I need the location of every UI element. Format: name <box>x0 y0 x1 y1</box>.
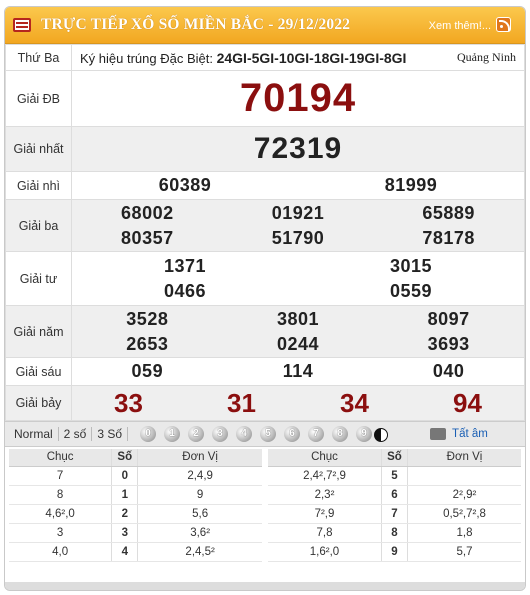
table-row: 819 <box>9 485 262 505</box>
mode-3-digit-button[interactable]: 3 Số <box>92 427 129 441</box>
header-bar: TRỰC TIẾP XỔ SỐ MIỀN BẮC - 29/12/2022 Xe… <box>5 7 525 44</box>
col-header-donvi: Đơn Vị <box>137 449 262 467</box>
prize-nam-number: 3693 <box>427 333 470 354</box>
page-title: TRỰC TIẾP XỔ SỐ MIỀN BẮC - 29/12/2022 <box>41 16 351 33</box>
prize-label-nam: Giải năm <box>5 305 72 358</box>
prize-label-nhat: Giải nhất <box>5 126 72 172</box>
table-row: 7,8 8 1,8 <box>268 523 521 543</box>
prize-label-ba: Giải ba <box>5 199 72 252</box>
prize-ba-number: 80357 <box>121 227 174 248</box>
digit-ball-7[interactable]: 7 <box>308 426 325 442</box>
prize-label-db: Giải ĐB <box>5 70 72 127</box>
col-header-chuc: Chục <box>9 449 112 467</box>
mode-normal-button[interactable]: Normal <box>9 427 59 441</box>
province: Quảng Ninh <box>457 50 516 64</box>
table-row: 3 3 3,6² <box>9 523 262 543</box>
display-toolbar: Normal 2 số 3 Số 0 1 2 3 4 5 6 7 8 9 Tất… <box>5 421 525 447</box>
speaker-icon[interactable] <box>430 428 447 440</box>
table-row: 4,0 4 2,4,5² <box>9 542 262 562</box>
prize-tu-number: 3015 <box>389 255 433 276</box>
digit-ball-1[interactable]: 1 <box>164 426 181 442</box>
digit-ball-9[interactable]: 9 <box>356 426 373 442</box>
prize-nam-number: 3801 <box>276 308 320 329</box>
digit-ball-8[interactable]: 8 <box>332 426 349 442</box>
see-more-link[interactable]: Xem thêm!... <box>429 20 491 32</box>
loto-table-right: Chục Số Đơn Vị 2,4²,7²,9 5 2,3² 6 2²,9² 7²,… <box>268 449 521 562</box>
prize-nhat-number: 72319 <box>253 132 343 165</box>
day-label: Thứ Ba <box>5 44 72 71</box>
special-code-row: Ký hiệu trúng Đặc Biệt: 24GI-5GI-10GI-18… <box>71 44 525 71</box>
table-row: 1,6²,0 9 5,7 <box>268 542 521 562</box>
col-header-donvi: Đơn Vị <box>407 449 521 467</box>
prize-nhi-number: 60389 <box>158 175 212 195</box>
mode-2-digit-button[interactable]: 2 số <box>59 427 93 441</box>
digit-balls: 0 1 2 3 4 5 6 7 8 9 <box>140 426 373 442</box>
digit-ball-3[interactable]: 3 <box>212 426 229 442</box>
prize-bay-number: 94 <box>453 387 482 418</box>
special-code-text: Ký hiệu trúng Đặc Biệt: 24GI-5GI-10GI-18… <box>80 49 407 66</box>
prize-db-number: 70194 <box>239 76 357 120</box>
prize-label-bay: Giải bảy <box>5 385 72 421</box>
prize-ba-number: 68002 <box>121 202 174 223</box>
prize-tu-number: 0559 <box>389 280 433 301</box>
prize-sau-number: 040 <box>432 361 465 381</box>
loto-table-left: Chục Số Đơn Vị 7 0 2,4,9 819 4,6²,0 2 5,6 33… <box>9 449 262 562</box>
loto-tables: Chục Số Đơn Vị 7 0 2,4,9 819 4,6²,0 2 5,6 33… <box>5 447 525 562</box>
rss-icon[interactable] <box>496 17 511 32</box>
digit-ball-4[interactable]: 4 <box>236 426 253 442</box>
prize-nam-number: 2653 <box>126 333 169 354</box>
prize-ba-number: 01921 <box>271 202 325 223</box>
digit-ball-0[interactable]: 0 <box>140 426 157 442</box>
calendar-icon <box>13 18 31 32</box>
prize-bay-number: 34 <box>340 387 369 418</box>
col-header-chuc: Chục <box>268 449 382 467</box>
prize-nhi-number: 81999 <box>384 175 438 195</box>
prize-label-nhi: Giải nhì <box>5 171 72 200</box>
digit-ball-5[interactable]: 5 <box>260 426 277 442</box>
yin-yang-icon[interactable] <box>374 427 389 442</box>
prize-bay-number: 33 <box>114 387 143 418</box>
results-panel: TRỰC TIẾP XỔ SỐ MIỀN BẮC - 29/12/2022 Xe… <box>4 6 526 591</box>
prize-nam-number: 8097 <box>427 308 470 329</box>
prize-ba-number: 51790 <box>271 227 325 248</box>
prize-label-sau: Giải sáu <box>5 357 72 386</box>
mute-link[interactable]: Tất âm <box>452 428 488 440</box>
table-row: 4,6²,0 2 5,6 <box>9 504 262 524</box>
footer-bar <box>5 582 525 590</box>
table-row: 2,3² 6 2²,9² <box>268 485 521 505</box>
prize-label-tu: Giải tư <box>5 251 72 306</box>
digit-ball-2[interactable]: 2 <box>188 426 205 442</box>
col-header-so: Số <box>111 449 139 467</box>
results-table: Thứ Ba Ký hiệu trúng Đặc Biệt: 24GI-5GI-… <box>5 44 525 421</box>
col-header-so: Số <box>381 449 408 467</box>
table-row: 7²,9 7 0,5²,7²,8 <box>268 504 521 524</box>
prize-ba-number: 65889 <box>422 202 475 223</box>
prize-ba-number: 78178 <box>422 227 475 248</box>
prize-sau-number: 114 <box>282 361 314 381</box>
table-row: 7 0 2,4,9 <box>9 466 262 486</box>
digit-ball-6[interactable]: 6 <box>284 426 301 442</box>
prize-tu-number: 0466 <box>163 280 207 301</box>
prize-tu-number: 1371 <box>163 255 207 276</box>
prize-nam-number: 0244 <box>276 333 320 354</box>
prize-bay-number: 31 <box>227 387 256 418</box>
table-row: 2,4²,7²,9 5 <box>268 466 521 486</box>
prize-nam-number: 3528 <box>126 308 169 329</box>
prize-sau-number: 059 <box>131 361 164 381</box>
